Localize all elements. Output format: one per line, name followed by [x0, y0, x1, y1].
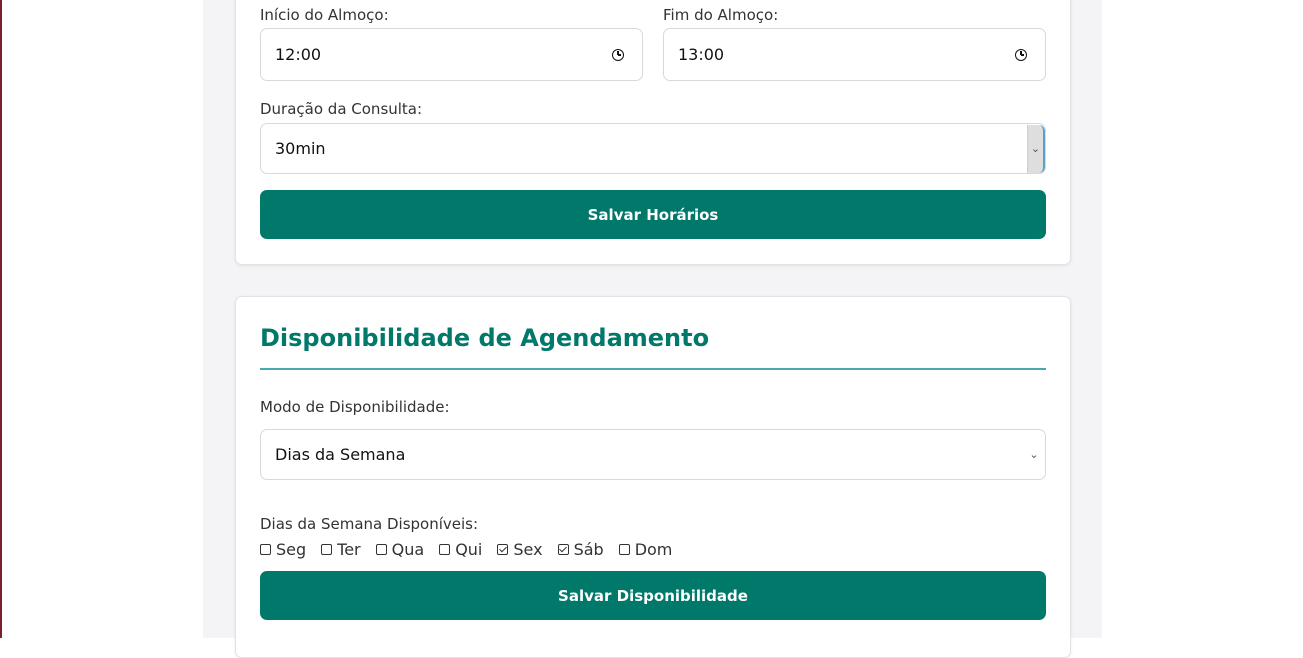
- day-option[interactable]: Qui: [439, 540, 482, 559]
- title-divider: [260, 368, 1046, 370]
- day-label: Sex: [513, 540, 543, 559]
- day-label: Ter: [337, 540, 361, 559]
- chevron-down-icon[interactable]: ⌄: [1025, 448, 1043, 461]
- days-label: Dias da Semana Disponíveis:: [260, 515, 479, 533]
- day-label: Qui: [455, 540, 483, 559]
- mode-label: Modo de Disponibilidade:: [260, 398, 450, 416]
- day-label: Seg: [276, 540, 307, 559]
- duration-label: Duração da Consulta:: [260, 100, 423, 118]
- clock-icon[interactable]: [612, 48, 624, 61]
- checkbox[interactable]: [439, 544, 451, 555]
- save-availability-button[interactable]: Salvar Disponibilidade: [260, 571, 1046, 620]
- duration-select[interactable]: 30min ⌄: [260, 123, 1046, 174]
- day-option[interactable]: Seg: [260, 540, 306, 559]
- lunch-start-input[interactable]: 12:00: [260, 28, 643, 81]
- day-label: Sáb: [573, 540, 604, 559]
- mode-select[interactable]: Dias da Semana ⌄: [260, 429, 1046, 480]
- section-title: Disponibilidade de Agendamento: [260, 324, 710, 352]
- checkbox[interactable]: [497, 544, 509, 555]
- duration-value: 30min: [275, 139, 326, 158]
- day-option[interactable]: Sex: [497, 540, 543, 559]
- lunch-start-label: Início do Almoço:: [260, 6, 389, 24]
- chevron-down-icon[interactable]: ⌄: [1027, 124, 1045, 173]
- day-label: Dom: [634, 540, 673, 559]
- weekday-checkboxes: Seg Ter Qua Qui Sex Sáb Dom: [260, 540, 687, 559]
- checkbox[interactable]: [557, 544, 569, 555]
- lunch-end-label: Fim do Almoço:: [663, 6, 779, 24]
- lunch-start-value: 12:00: [275, 45, 322, 64]
- checkbox[interactable]: [618, 544, 630, 555]
- day-option[interactable]: Dom: [618, 540, 673, 559]
- lunch-end-value: 13:00: [678, 45, 725, 64]
- checkbox[interactable]: [321, 544, 333, 555]
- day-option[interactable]: Ter: [321, 540, 361, 559]
- checkbox[interactable]: [260, 544, 271, 555]
- day-option[interactable]: Sáb: [557, 540, 604, 559]
- save-schedule-button[interactable]: Salvar Horários: [260, 190, 1046, 239]
- clock-icon[interactable]: [1015, 48, 1027, 61]
- lunch-end-input[interactable]: 13:00: [663, 28, 1046, 81]
- day-option[interactable]: Qua: [375, 540, 425, 559]
- checkbox[interactable]: [375, 544, 387, 555]
- day-label: Qua: [391, 540, 425, 559]
- page-edge: [0, 0, 2, 638]
- mode-value: Dias da Semana: [275, 445, 406, 464]
